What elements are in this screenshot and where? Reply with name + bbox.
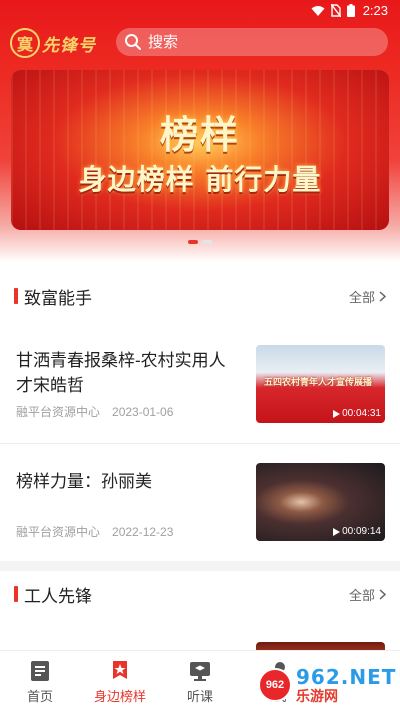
- duration-text: 00:09:14: [342, 526, 381, 537]
- more-label: 全部: [348, 289, 375, 305]
- chevron-right-icon: [379, 290, 386, 302]
- status-bar: 2:23: [0, 0, 400, 22]
- news-date: 2022-12-23: [112, 525, 174, 539]
- status-time: 2:23: [362, 3, 388, 18]
- carousel-indicator: [0, 240, 400, 246]
- banner-carousel[interactable]: 榜样 身边榜样 前行力量: [11, 70, 389, 230]
- video-thumbnail[interactable]: 00:09:14: [256, 463, 385, 541]
- section-header-zhifu: 致富能手 全部: [0, 276, 400, 316]
- document-icon: [31, 661, 49, 681]
- list-item[interactable]: 甘洒青春报桑梓-农村实用人才宋皓哲 融平台资源中心 2023-01-06 五四农村…: [0, 345, 400, 463]
- logo-text: 先锋号: [42, 35, 96, 56]
- battery-icon: [346, 4, 355, 17]
- section-more-link[interactable]: 全部: [349, 585, 386, 604]
- watermark-logo: 962 962.NET 乐游网: [258, 660, 398, 710]
- video-thumbnail[interactable]: 五四农村青年人才宣传展播 00:04:31: [256, 345, 385, 423]
- watermark-text: 962.NET 乐游网: [296, 666, 396, 704]
- search-bar[interactable]: [116, 28, 388, 56]
- chevron-right-icon: [379, 588, 386, 600]
- section-title: 工人先锋: [24, 586, 92, 606]
- section-title: 致富能手: [24, 288, 92, 308]
- news-date: 2023-01-06: [112, 405, 174, 419]
- banner-title: 榜样: [159, 113, 240, 157]
- play-icon: [333, 409, 341, 418]
- duration-text: 00:04:31: [342, 408, 381, 419]
- tab-home[interactable]: 首页: [0, 651, 80, 712]
- watermark-bottom: 乐游网: [296, 688, 338, 704]
- section-accent-bar: [14, 586, 18, 602]
- play-icon: [333, 527, 341, 536]
- carousel-dot-active: [188, 240, 198, 244]
- thumbnail-caption: 五四农村青年人才宣传展播: [264, 377, 373, 387]
- star-badge-icon: [113, 661, 127, 679]
- tab-lecture[interactable]: 听课: [160, 651, 240, 712]
- logo-badge: 寞: [10, 28, 40, 58]
- status-icons: 2:23: [311, 3, 388, 18]
- app-logo: 寞 先锋号: [10, 27, 110, 59]
- news-source: 融平台资源中心: [16, 405, 101, 419]
- divider: [0, 443, 400, 444]
- tab-label: 首页: [26, 689, 53, 704]
- search-icon: [125, 34, 141, 50]
- tab-label: 身边榜样: [93, 689, 146, 704]
- tab-label: 听课: [186, 689, 213, 704]
- news-source: 融平台资源中心: [16, 525, 101, 539]
- watermark-top: 962.NET: [296, 665, 397, 689]
- more-label: 全部: [348, 587, 375, 603]
- tab-nearby-models[interactable]: 身边榜样: [80, 651, 160, 712]
- section-more-link[interactable]: 全部: [349, 287, 386, 306]
- news-meta: 融平台资源中心 2022-12-23: [16, 523, 173, 540]
- news-title: 榜样力量：孙丽美: [16, 472, 152, 491]
- video-duration: 00:09:14: [332, 526, 381, 537]
- carousel-dot: [202, 240, 212, 244]
- news-title: 甘洒青春报桑梓-农村实用人才宋皓哲: [16, 351, 226, 395]
- section-spacer: [0, 561, 400, 571]
- news-meta: 融平台资源中心 2023-01-06: [16, 403, 173, 420]
- wifi-icon: [311, 5, 325, 16]
- watermark-badge: 962: [258, 668, 292, 702]
- section-accent-bar: [14, 288, 18, 304]
- search-input[interactable]: [148, 33, 368, 51]
- banner-subtitle: 身边榜样 前行力量: [78, 163, 322, 196]
- no-sim-icon: [330, 4, 341, 17]
- section-header-gongren: 工人先锋 全部: [0, 574, 400, 614]
- lecture-icon: [190, 662, 210, 681]
- video-duration: 00:04:31: [332, 408, 381, 419]
